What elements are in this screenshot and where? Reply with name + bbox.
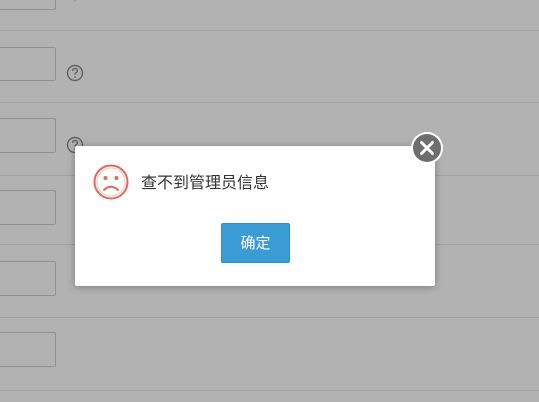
- page: 查不到管理员信息 确定: [0, 0, 539, 402]
- sad-face-icon: [93, 164, 129, 200]
- dialog-message: 查不到管理员信息: [141, 173, 270, 192]
- alert-dialog: 查不到管理员信息 确定: [75, 146, 435, 286]
- close-icon[interactable]: [410, 131, 444, 165]
- confirm-button[interactable]: 确定: [221, 223, 290, 263]
